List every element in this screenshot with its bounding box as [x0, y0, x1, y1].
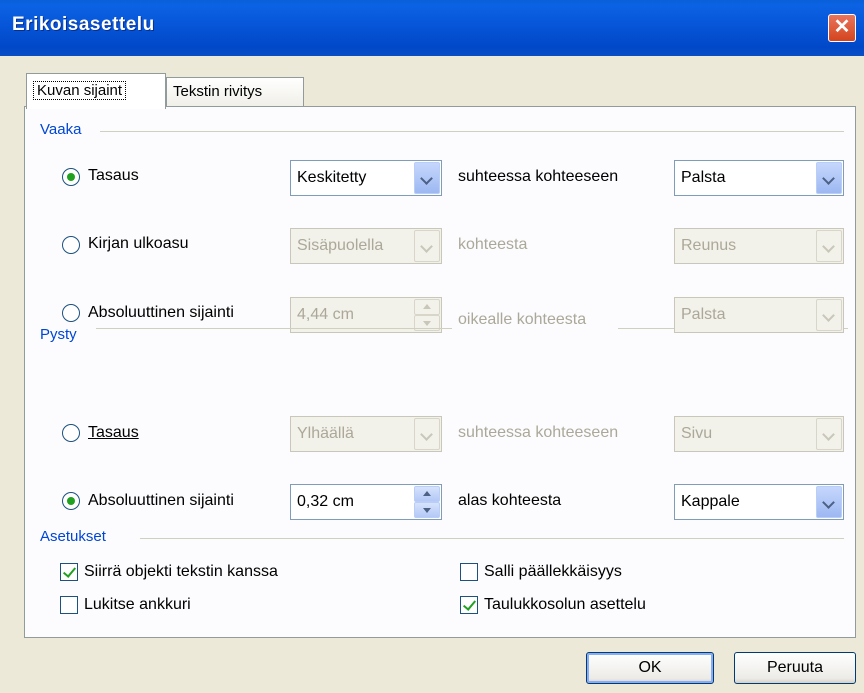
options-group-label: Asetukset [40, 528, 112, 545]
vertical-absolute-spinner[interactable]: 0,32 cm [290, 484, 442, 520]
chevron-down-icon[interactable] [816, 418, 842, 450]
group-divider [96, 328, 452, 329]
chevron-down-icon[interactable] [816, 230, 842, 262]
cancel-button[interactable]: Peruuta [734, 652, 856, 684]
book-layout-label: Kirjan ulkoasu [88, 235, 189, 252]
select-value: Sisäpuolella [297, 237, 384, 254]
lock-anchor-checkbox[interactable] [60, 596, 78, 614]
horizontal-alignment-radio[interactable] [62, 168, 80, 186]
horizontal-absolute-relative-label: oikealle kohteesta [458, 311, 587, 328]
vertical-absolute-relative-label: alas kohteesta [458, 492, 562, 509]
select-value: Palsta [681, 306, 726, 323]
spin-up-icon[interactable] [414, 486, 440, 502]
select-value: Kappale [681, 493, 740, 510]
title-bar: Erikoisasettelu ✕ [0, 0, 864, 56]
table-cell-layout-label: Taulukkosolun asettelu [484, 596, 646, 613]
lock-anchor-label: Lukitse ankkuri [84, 596, 191, 613]
vertical-absolute-radio[interactable] [62, 492, 80, 510]
vertical-alignment-label: Tasaus [88, 424, 139, 441]
chevron-down-icon[interactable] [816, 299, 842, 331]
move-with-text-label: Siirrä objekti tekstin kanssa [84, 563, 278, 580]
spin-down-icon[interactable] [414, 502, 440, 518]
tab-image-position[interactable]: Kuvan sijaint [26, 73, 166, 109]
book-layout-radio[interactable] [62, 236, 80, 254]
chevron-down-icon[interactable] [414, 162, 440, 194]
group-divider [100, 131, 844, 132]
spinner-value: 4,44 cm [297, 306, 354, 323]
select-value: Keskitetty [297, 169, 367, 186]
allow-overlap-label: Salli päällekkäisyys [484, 563, 622, 580]
chevron-down-icon[interactable] [414, 230, 440, 262]
vertical-alignment-radio[interactable] [62, 424, 80, 442]
spin-up-icon[interactable] [414, 299, 440, 315]
vertical-alignment-select[interactable]: Ylhäällä [290, 416, 442, 452]
spinner-value: 0,32 cm [297, 493, 354, 510]
group-divider [844, 328, 848, 329]
select-value: Palsta [681, 169, 726, 186]
chevron-down-icon[interactable] [414, 418, 440, 450]
vertical-alignment-relative-select[interactable]: Sivu [674, 416, 844, 452]
select-value: Ylhäällä [297, 425, 354, 442]
tab-label: Tekstin rivitys [173, 83, 263, 100]
horizontal-alignment-relative-label: suhteessa kohteeseen [458, 168, 619, 185]
horizontal-absolute-radio[interactable] [62, 304, 80, 322]
horizontal-alignment-select[interactable]: Keskitetty [290, 160, 442, 196]
book-layout-relative-label: kohteesta [458, 236, 528, 253]
vertical-absolute-label: Absoluuttinen sijainti [88, 492, 234, 509]
horizontal-alignment-relative-select[interactable]: Palsta [674, 160, 844, 196]
horizontal-alignment-label: Tasaus [88, 167, 139, 184]
group-divider [140, 538, 844, 539]
vertical-absolute-relative-select[interactable]: Kappale [674, 484, 844, 520]
chevron-down-icon[interactable] [816, 486, 842, 518]
book-layout-relative-select[interactable]: Reunus [674, 228, 844, 264]
book-layout-select[interactable]: Sisäpuolella [290, 228, 442, 264]
tab-text-wrapping[interactable]: Tekstin rivitys [166, 77, 304, 106]
select-value: Reunus [681, 237, 737, 254]
vertical-alignment-relative-label: suhteessa kohteeseen [458, 424, 619, 441]
move-with-text-checkbox[interactable] [60, 563, 78, 581]
window-title: Erikoisasettelu [12, 14, 155, 35]
horizontal-group-label: Vaaka [40, 121, 88, 138]
vertical-group-label: Pysty [40, 326, 77, 343]
horizontal-absolute-relative-select[interactable]: Palsta [674, 297, 844, 333]
allow-overlap-checkbox[interactable] [460, 563, 478, 581]
group-divider [618, 328, 674, 329]
tab-label: Kuvan sijaint [33, 81, 127, 100]
close-icon[interactable]: ✕ [828, 14, 856, 42]
chevron-down-icon[interactable] [816, 162, 842, 194]
ok-button[interactable]: OK [586, 652, 714, 684]
table-cell-layout-checkbox[interactable] [460, 596, 478, 614]
select-value: Sivu [681, 425, 713, 442]
horizontal-absolute-label: Absoluuttinen sijainti [88, 304, 234, 321]
